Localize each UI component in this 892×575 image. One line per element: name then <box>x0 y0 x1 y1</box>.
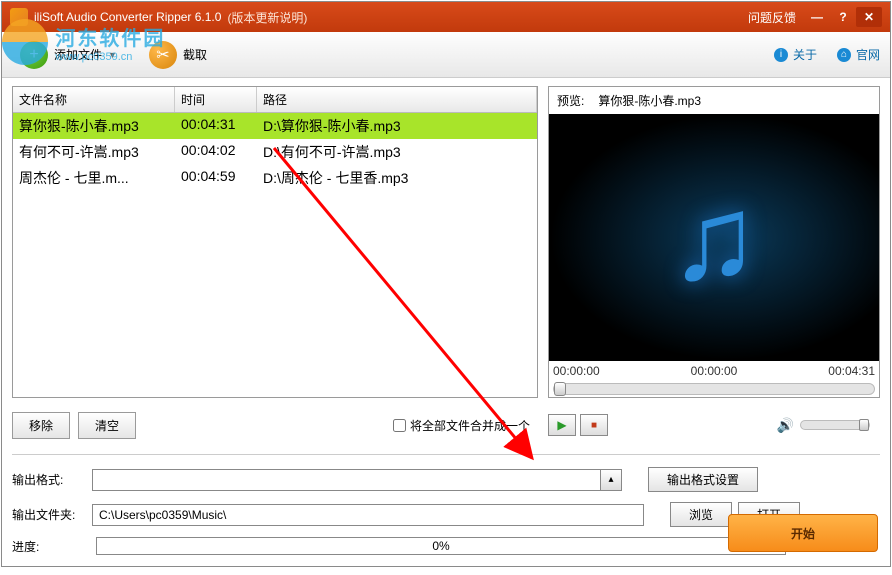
output-format-input[interactable] <box>92 469 600 491</box>
table-row[interactable]: 算你狠-陈小春.mp300:04:31D:\算你狠-陈小春.mp3 <box>13 113 537 139</box>
preview-filename: 算你狠-陈小春.mp3 <box>598 92 701 109</box>
cell-time: 00:04:31 <box>175 113 257 139</box>
remove-button[interactable]: 移除 <box>12 412 70 439</box>
scissors-icon: ✂ <box>149 41 177 69</box>
progress-bar: 0% <box>96 537 786 555</box>
col-path-header[interactable]: 路径 <box>257 87 537 112</box>
dropdown-arrow-icon: ▼ <box>108 50 117 60</box>
progress-label: 进度: <box>12 538 86 555</box>
about-link[interactable]: i 关于 <box>774 46 817 63</box>
stop-button[interactable]: ■ <box>580 414 608 436</box>
preview-panel: 预览: 算你狠-陈小春.mp3 ♫ 00:00:00 00:00:00 00:0… <box>548 86 880 398</box>
info-icon: i <box>774 48 788 62</box>
col-time-header[interactable]: 时间 <box>175 87 257 112</box>
music-note-icon: ♫ <box>669 169 759 307</box>
help-button[interactable]: ? <box>830 7 856 27</box>
cell-name: 有何不可-许嵩.mp3 <box>13 139 175 165</box>
clear-button[interactable]: 清空 <box>78 412 136 439</box>
preview-time-start: 00:00:00 <box>553 364 600 378</box>
output-format-dropdown-button[interactable]: ▴ <box>600 469 622 491</box>
start-button[interactable]: 开始 <box>728 514 878 552</box>
output-format-label: 输出格式: <box>12 471 86 488</box>
cell-path: D:\周杰伦 - 七里香.mp3 <box>257 165 537 191</box>
cell-path: D:\算你狠-陈小春.mp3 <box>257 113 537 139</box>
volume-thumb[interactable] <box>859 419 869 431</box>
add-file-button[interactable]: + 添加文件 ▼ <box>12 37 125 73</box>
file-table[interactable]: 文件名称 时间 路径 算你狠-陈小春.mp300:04:31D:\算你狠-陈小春… <box>12 86 538 398</box>
preview-label: 预览: <box>557 92 584 109</box>
output-format-settings-button[interactable]: 输出格式设置 <box>648 467 758 492</box>
merge-checkbox[interactable] <box>393 419 406 432</box>
toolbar: + 添加文件 ▼ ✂ 截取 i 关于 ⌂ 官网 <box>2 32 890 78</box>
feedback-link[interactable]: 问题反馈 <box>740 7 804 28</box>
output-folder-label: 输出文件夹: <box>12 506 86 523</box>
cell-name: 周杰伦 - 七里.m... <box>13 165 175 191</box>
home-icon: ⌂ <box>837 48 851 62</box>
app-logo-icon <box>10 8 28 26</box>
volume-icon[interactable]: 🔊 <box>777 417 794 434</box>
website-link[interactable]: ⌂ 官网 <box>837 46 880 63</box>
preview-time-end: 00:04:31 <box>828 364 875 378</box>
preview-time-current: 00:00:00 <box>691 364 738 378</box>
divider <box>12 454 880 455</box>
plus-icon: + <box>20 41 48 69</box>
table-header: 文件名称 时间 路径 <box>13 87 537 113</box>
close-button[interactable]: ✕ <box>856 7 882 27</box>
table-row[interactable]: 周杰伦 - 七里.m...00:04:59D:\周杰伦 - 七里香.mp3 <box>13 165 537 191</box>
col-name-header[interactable]: 文件名称 <box>13 87 175 112</box>
volume-slider[interactable] <box>800 420 870 430</box>
cell-time: 00:04:02 <box>175 139 257 165</box>
browse-button[interactable]: 浏览 <box>670 502 732 527</box>
cell-path: D:\有何不可-许嵩.mp3 <box>257 139 537 165</box>
cell-name: 算你狠-陈小春.mp3 <box>13 113 175 139</box>
titlebar: iliSoft Audio Converter Ripper 6.1.0 (版本… <box>2 2 890 32</box>
cell-time: 00:04:59 <box>175 165 257 191</box>
app-title: iliSoft Audio Converter Ripper 6.1.0 <box>34 10 221 24</box>
merge-label: 将全部文件合并成一个 <box>410 417 530 434</box>
play-button[interactable]: ▶ <box>548 414 576 436</box>
table-row[interactable]: 有何不可-许嵩.mp300:04:02D:\有何不可-许嵩.mp3 <box>13 139 537 165</box>
cut-label: 截取 <box>183 46 207 63</box>
preview-image: ♫ <box>549 114 879 361</box>
minimize-button[interactable]: — <box>804 7 830 27</box>
seek-thumb[interactable] <box>554 382 566 396</box>
cut-button[interactable]: ✂ 截取 <box>141 37 215 73</box>
version-note-link[interactable]: (版本更新说明) <box>227 9 307 26</box>
output-folder-input[interactable] <box>92 504 644 526</box>
add-file-label: 添加文件 <box>54 46 102 63</box>
seek-slider[interactable] <box>553 383 875 395</box>
